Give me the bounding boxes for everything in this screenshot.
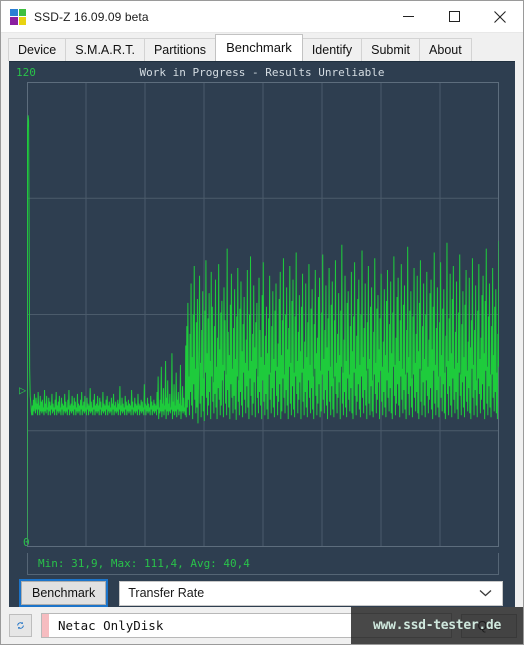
device-name-field[interactable]: Netac OnlyDisk bbox=[41, 613, 452, 638]
quit-button[interactable]: Quit bbox=[461, 613, 517, 638]
tab-about[interactable]: About bbox=[419, 38, 472, 61]
chart-warning-title: Work in Progress - Results Unreliable bbox=[139, 66, 385, 79]
refresh-button[interactable] bbox=[9, 614, 32, 637]
tab-smart[interactable]: S.M.A.R.T. bbox=[65, 38, 145, 61]
tab-submit[interactable]: Submit bbox=[361, 38, 421, 61]
benchmark-mode-select-value: Transfer Rate bbox=[128, 586, 205, 600]
benchmark-stats-text: Min: 31,9, Max: 111,4, Avg: 40,4 bbox=[38, 557, 250, 570]
chevron-down-icon bbox=[479, 590, 492, 597]
average-marker-icon: ▷ bbox=[19, 383, 27, 398]
benchmark-chart bbox=[27, 82, 499, 547]
benchmark-stats-box: Min: 31,9, Max: 111,4, Avg: 40,4 bbox=[27, 553, 499, 575]
bottom-bar: Netac OnlyDisk Quit bbox=[1, 607, 523, 644]
tab-partitions[interactable]: Partitions bbox=[143, 38, 217, 61]
tab-benchmark[interactable]: Benchmark bbox=[215, 34, 303, 61]
device-color-swatch bbox=[42, 614, 49, 637]
window-title: SSD-Z 16.09.09 beta bbox=[34, 9, 149, 24]
refresh-icon bbox=[17, 621, 24, 630]
benchmark-controls: Benchmark Transfer Rate bbox=[9, 575, 515, 611]
minimize-icon bbox=[402, 16, 414, 17]
close-button[interactable] bbox=[477, 1, 523, 32]
window-controls bbox=[385, 1, 523, 32]
benchmark-panel: 120 Work in Progress - Results Unreliabl… bbox=[9, 61, 515, 611]
device-name-text: Netac OnlyDisk bbox=[58, 618, 164, 633]
tab-identify[interactable]: Identify bbox=[301, 38, 363, 61]
minimize-button[interactable] bbox=[385, 1, 431, 32]
maximize-button[interactable] bbox=[431, 1, 477, 32]
axis-max-label: 120 bbox=[16, 66, 36, 79]
chart-svg bbox=[27, 82, 499, 547]
run-benchmark-button[interactable]: Benchmark bbox=[18, 579, 109, 607]
app-window: SSD-Z 16.09.09 beta Device S.M.A.R.T. Pa… bbox=[0, 0, 524, 645]
close-icon bbox=[494, 10, 506, 23]
ssd-z-logo-icon bbox=[10, 8, 26, 25]
title-bar: SSD-Z 16.09.09 beta bbox=[1, 1, 523, 33]
tab-device[interactable]: Device bbox=[8, 38, 67, 61]
maximize-icon bbox=[448, 11, 460, 22]
benchmark-mode-select[interactable]: Transfer Rate bbox=[119, 580, 503, 606]
tab-strip: Device S.M.A.R.T. Partitions Benchmark I… bbox=[1, 33, 523, 61]
